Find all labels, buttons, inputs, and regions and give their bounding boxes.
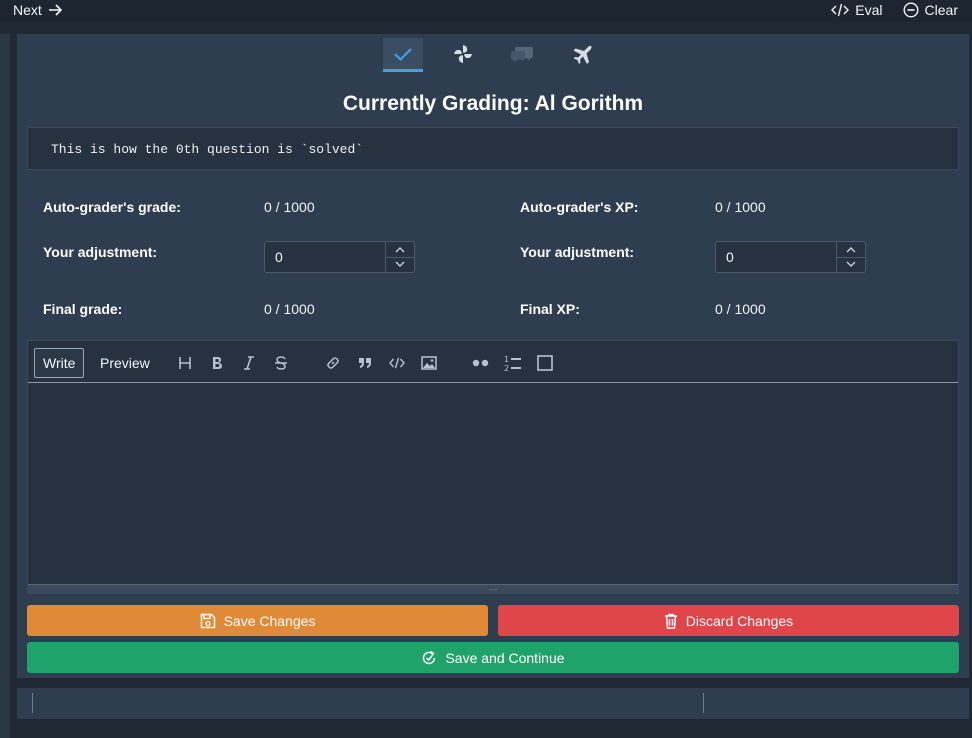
floppy-disk-icon <box>200 613 215 628</box>
clear-button[interactable]: Clear <box>903 2 958 18</box>
tab-preview[interactable]: Preview <box>92 348 158 378</box>
code-icon <box>389 357 405 369</box>
grade-adjust-label: Your adjustment: <box>43 244 158 260</box>
bold-icon <box>213 357 222 369</box>
heading-button[interactable] <box>175 353 195 373</box>
checkbox-button[interactable] <box>535 353 555 373</box>
eval-button[interactable]: Eval <box>831 2 883 18</box>
link-button[interactable] <box>323 353 343 373</box>
trash-icon <box>664 613 677 629</box>
clear-label: Clear <box>924 2 958 18</box>
grade-adjust-input[interactable] <box>265 242 385 272</box>
link-icon <box>327 357 339 369</box>
image-button[interactable] <box>419 353 439 373</box>
checkbox-icon <box>537 355 553 371</box>
bottom-bar <box>17 688 969 719</box>
bottom-divider <box>32 693 33 713</box>
auto-xp-value: 0 / 1000 <box>715 199 766 215</box>
final-grade-value: 0 / 1000 <box>264 301 315 317</box>
bullet-list-icon <box>472 359 489 367</box>
italic-icon <box>244 356 254 370</box>
refresh-check-icon <box>423 650 436 664</box>
grade-section: Auto-grader's grade: 0 / 1000 Your adjus… <box>17 34 969 334</box>
discard-changes-button[interactable]: Discard Changes <box>498 605 959 636</box>
save-and-continue-button[interactable]: Save and Continue <box>27 642 959 673</box>
grading-panel: Currently Grading: Al Gorithm This is ho… <box>17 34 969 678</box>
svg-text:2: 2 <box>504 364 509 372</box>
grade-adjust-stepper[interactable] <box>264 241 415 273</box>
xp-adjust-stepper[interactable] <box>715 241 866 273</box>
xp-adjust-input[interactable] <box>716 242 836 272</box>
image-icon <box>421 356 437 370</box>
xp-adjust-label: Your adjustment: <box>520 244 635 260</box>
eval-label: Eval <box>855 2 883 18</box>
next-button[interactable]: Next <box>13 2 63 18</box>
numbered-list-button[interactable]: 12 <box>503 353 523 373</box>
auto-grade-value: 0 / 1000 <box>264 199 315 215</box>
quote-icon <box>359 358 371 368</box>
chevron-down-icon <box>395 261 405 268</box>
final-xp-value: 0 / 1000 <box>715 301 766 317</box>
final-grade-label: Final grade: <box>43 301 123 317</box>
quote-button[interactable] <box>355 353 375 373</box>
arrow-right-icon <box>48 4 62 16</box>
bullet-list-button[interactable] <box>471 353 491 373</box>
final-xp-label: Final XP: <box>520 301 580 317</box>
resize-grip: ··· <box>488 584 498 594</box>
svg-text:1: 1 <box>504 355 509 364</box>
chevron-down-icon <box>846 261 856 268</box>
auto-xp-label: Auto-grader's XP: <box>520 199 639 215</box>
auto-grade-label: Auto-grader's grade: <box>43 199 181 215</box>
xp-decrement-button[interactable] <box>837 256 865 273</box>
code-button[interactable] <box>387 353 407 373</box>
strikethrough-icon <box>275 356 287 370</box>
top-bar: Next Eval Clear <box>0 0 972 22</box>
grade-decrement-button[interactable] <box>386 256 414 273</box>
code-icon <box>831 3 850 17</box>
tab-write[interactable]: Write <box>34 348 85 378</box>
chevron-up-icon <box>846 246 856 253</box>
save-changes-label: Save Changes <box>223 612 316 629</box>
save-changes-button[interactable]: Save Changes <box>27 605 488 636</box>
minus-circle-icon <box>903 2 919 18</box>
numbered-list-icon: 12 <box>504 355 521 372</box>
italic-button[interactable] <box>239 353 259 373</box>
heading-icon <box>179 357 191 369</box>
next-label: Next <box>13 2 42 18</box>
chevron-up-icon <box>395 246 405 253</box>
comment-textarea[interactable] <box>28 384 958 584</box>
left-rail <box>0 34 10 738</box>
editor-toolbar: Write Preview 1 2 <box>28 341 958 383</box>
editor-resize-handle[interactable]: ··· <box>28 584 958 594</box>
save-and-continue-label: Save and Continue <box>445 649 565 666</box>
bottom-divider <box>703 693 704 713</box>
discard-changes-label: Discard Changes <box>685 612 794 629</box>
strikethrough-button[interactable] <box>271 353 291 373</box>
comment-editor: Write Preview 1 2 ··· <box>27 340 959 594</box>
xp-increment-button[interactable] <box>837 242 865 257</box>
bold-button[interactable] <box>207 353 227 373</box>
grade-increment-button[interactable] <box>386 242 414 257</box>
